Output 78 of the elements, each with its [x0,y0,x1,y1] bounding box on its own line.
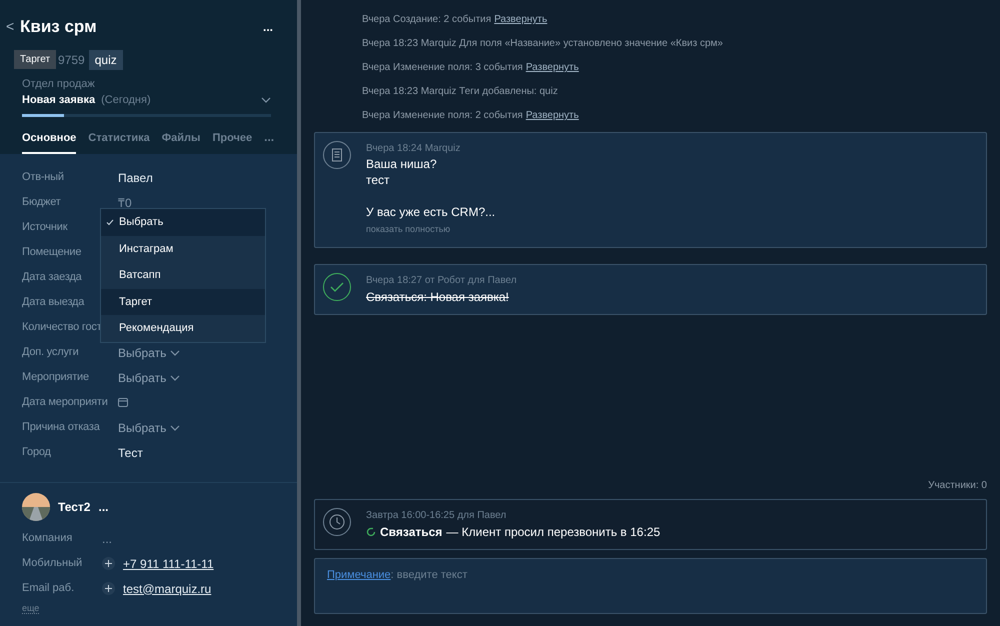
calendar-icon[interactable] [118,398,128,407]
field-value[interactable]: Павел [118,168,153,186]
field-label: Город [22,445,51,460]
field-label: Email раб. [22,581,76,596]
chevron-down-icon [170,424,180,430]
tab[interactable]: Прочее [212,126,252,154]
field-label: Источник [22,220,68,236]
task-text: — Клиент просил перезвонить в 16:25 [446,524,660,541]
task-meta: Вчера 18:27 от Робот для Павел [366,274,517,288]
pipeline-name: Отдел продаж [22,76,96,92]
note-text: У вас уже есть CRM?... [366,204,496,220]
field-label: Дата мероприяти [22,395,108,410]
field-label: Мобильный [22,556,84,572]
more-button[interactable]: ... [262,18,273,36]
field-value[interactable]: ... [102,530,112,548]
expand-link[interactable]: Развернуть [494,12,548,27]
field-label: Отв-ный [22,170,64,186]
event-text: Вчера Изменение поля: 2 события [362,109,523,123]
note-meta: Вчера 18:24 Marquiz [366,142,462,156]
chevron-down-icon [170,374,180,380]
contact-name[interactable]: Тест2 [58,498,90,516]
check-icon [106,218,114,226]
event-text: Вчера Создание: 2 события [362,13,492,27]
tag[interactable]: quiz [88,50,123,70]
lead-id: 9759 [58,52,85,68]
field-label: Помещение [22,245,82,260]
note-input[interactable]: Примечание: введите текст [314,558,987,614]
dropdown-option[interactable]: Выбрать [101,209,265,236]
select-value[interactable]: Выбрать [118,418,166,436]
placeholder-text: : введите текст [390,568,468,583]
dropdown-option[interactable]: Таргет [101,288,265,316]
plus-icon[interactable] [102,582,115,595]
avatar [22,493,50,521]
tab[interactable]: Статистика [88,126,150,154]
task-meta: Завтра 16:00-16:25 для Павел [366,509,508,523]
chevron-down-icon [170,350,180,356]
refresh-icon [366,527,376,537]
dropdown-option[interactable]: Инстаграм [101,236,265,262]
tabs-more-button[interactable]: ... [264,128,274,152]
event-text: Вчера 18:23 Marquiz Для поля «Название» установлено значение «Квиз срм» [362,37,723,51]
note-text: тест [366,172,391,188]
field-label: Доп. услуги [22,345,79,360]
tooltip: Таргет [14,50,56,69]
tab[interactable]: Файлы [162,126,200,154]
plus-icon[interactable] [102,557,115,570]
lead-title: Квиз срм [20,16,97,38]
contact-link[interactable]: +7 911 111-11-11 [123,554,214,572]
tab[interactable]: Основное [22,126,76,154]
task-text: Связаться: Новая заявка! [366,289,510,306]
select-value[interactable]: Выбрать [118,368,166,386]
contact-link[interactable]: test@marquiz.ru [123,580,212,598]
task-type[interactable]: Связаться [380,523,442,541]
participants-count: Участники: 0 [928,479,987,493]
event-text: Вчера 18:23 Marquiz Теги добавлены: quiz [362,85,558,99]
field-label: Дата выезда [22,295,84,310]
note-type-link[interactable]: Примечание [327,567,391,584]
field-label: Бюджет [22,195,61,210]
select-value[interactable]: Выбрать [118,344,166,362]
document-icon [323,141,351,169]
stage-date: (Сегодня) [101,93,151,108]
clock-icon [323,508,351,536]
field-label: Дата заезда [22,270,82,286]
field-label: Компания [22,531,74,546]
field-label: Мероприятие [22,370,89,386]
expand-link[interactable]: Развернуть [526,60,579,75]
chevron-down-icon [261,97,271,104]
field-value[interactable]: Тест [118,444,143,462]
note-text: Ваша ниша? [366,156,438,172]
field-label: Причина отказа [22,420,100,436]
expand-link[interactable]: Развернуть [526,108,579,123]
stage-name[interactable]: Новая заявка [22,92,96,108]
dropdown-option[interactable]: Рекомендация [101,315,265,342]
back-button[interactable]: < [6,16,20,38]
dropdown-option[interactable]: Ватсапп [101,262,265,289]
contact-more-button[interactable]: ... [98,498,108,516]
field-label: Количество гост [22,320,102,336]
event-text: Вчера Изменение поля: 3 события [362,61,523,75]
field-value[interactable]: ₸0 [118,194,132,212]
